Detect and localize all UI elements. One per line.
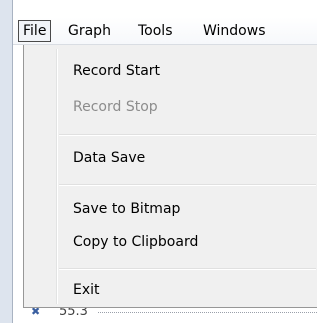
menu-windows[interactable]: Windows [203, 20, 266, 42]
window-left-edge [0, 0, 13, 323]
menu-separator [59, 184, 316, 186]
menu-bar: File Graph Tools Windows [13, 17, 317, 45]
axis-value-label: 55.3 [59, 308, 88, 319]
menu-item-record-start[interactable]: Record Start [73, 59, 160, 83]
icon-gutter-divider [56, 49, 58, 304]
menu-item-record-stop: Record Stop [73, 99, 158, 115]
menu-item-data-save[interactable]: Data Save [73, 146, 145, 170]
file-dropdown-menu: Record Start Record Stop Data Save Save … [23, 45, 317, 308]
menu-item-copy-to-clipboard[interactable]: Copy to Clipboard [73, 230, 198, 254]
menu-separator [59, 268, 316, 270]
menu-item-save-to-bitmap[interactable]: Save to Bitmap [73, 197, 180, 221]
graph-area-peek: ✖ 55.3 [13, 308, 317, 323]
menu-separator [59, 134, 316, 136]
menu-tools[interactable]: Tools [138, 20, 173, 42]
menu-item-exit[interactable]: Exit [73, 278, 100, 302]
grid-line [98, 312, 317, 313]
application-window: File Graph Tools Windows Record Start Re… [0, 0, 317, 323]
x-axis-marker-icon: ✖ [31, 308, 41, 318]
menu-file[interactable]: File [18, 20, 52, 42]
menu-graph[interactable]: Graph [68, 20, 111, 42]
